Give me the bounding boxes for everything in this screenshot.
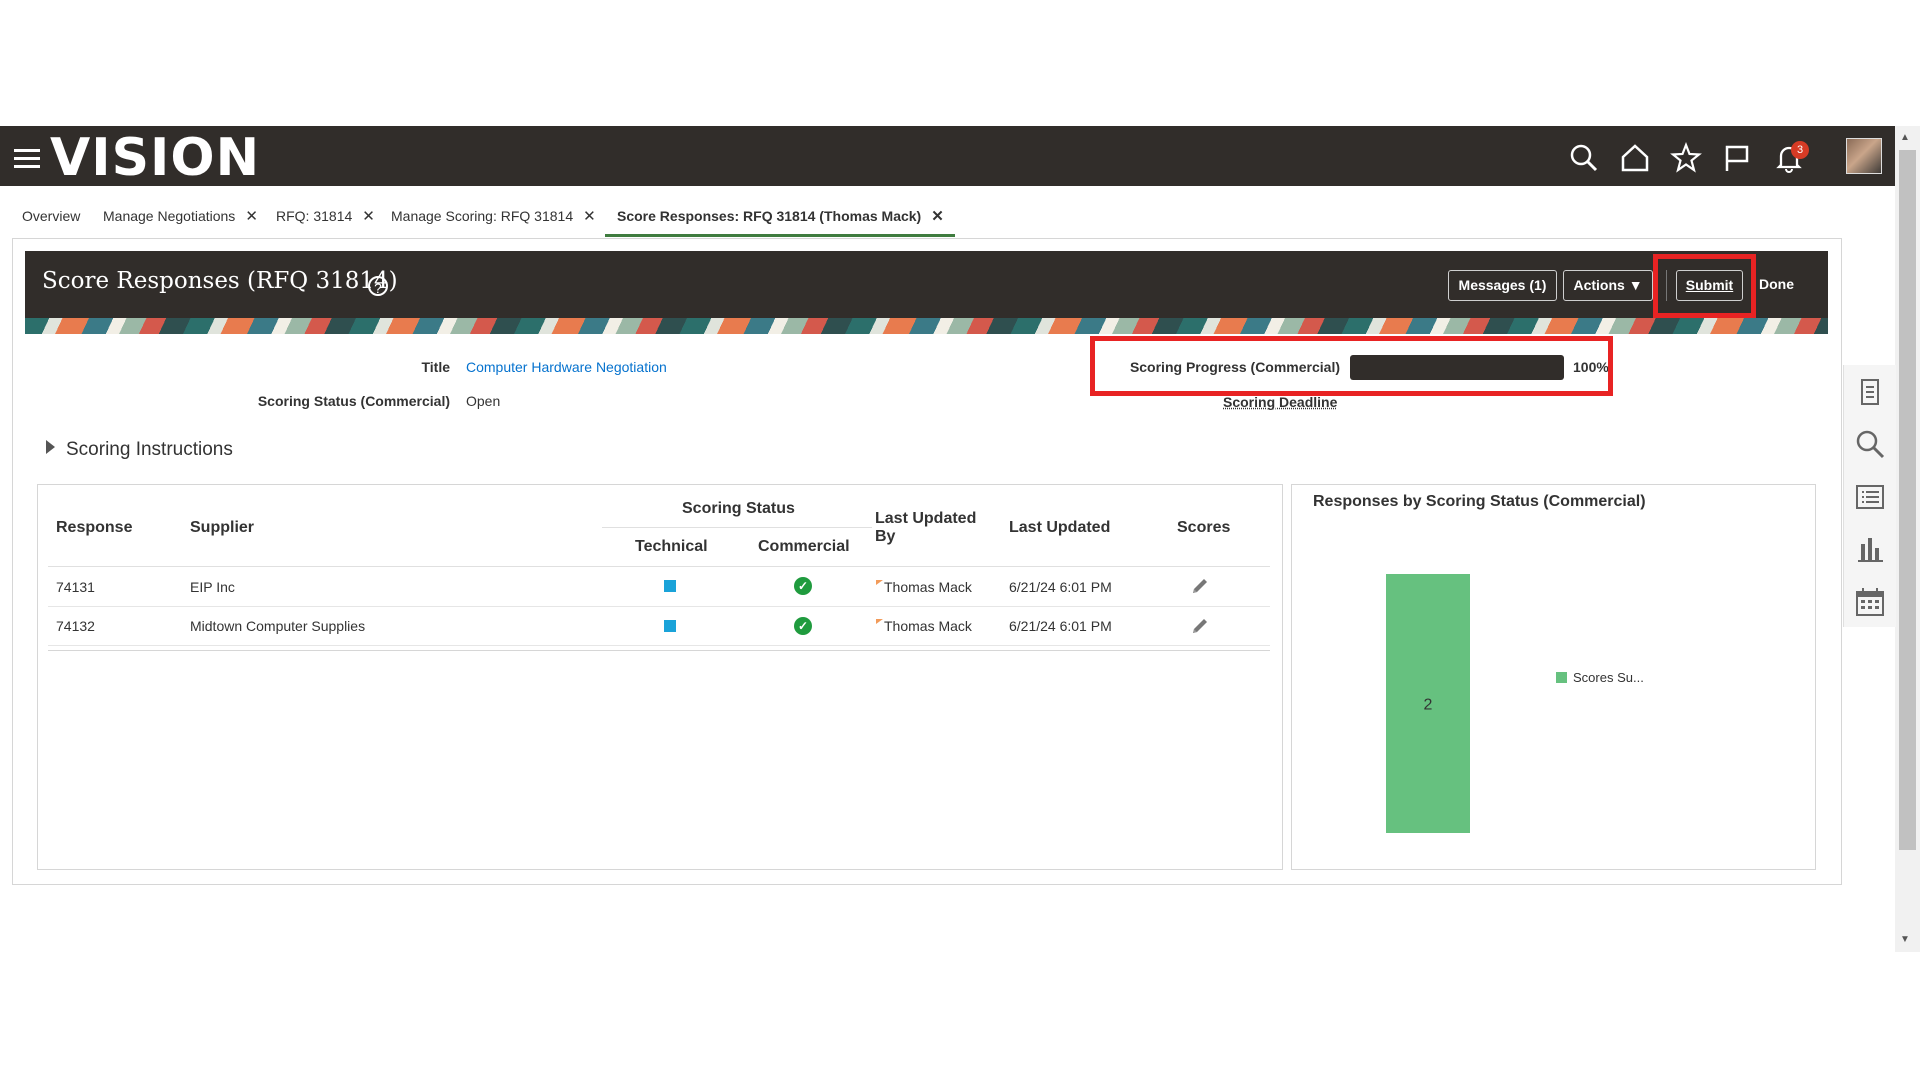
technical-status-icon [664,620,676,632]
close-icon[interactable]: ✕ [245,208,258,225]
search-icon[interactable] [1853,427,1887,461]
scrollbar-thumb[interactable] [1899,150,1916,850]
col-header-scores: Scores [1177,519,1231,536]
col-header-last-updated: Last Updated [1009,519,1111,536]
actions-button[interactable]: Actions ▼ [1563,270,1653,301]
updated-by: Thomas Mack [884,618,972,634]
check-circle-icon: ✓ [794,617,812,635]
help-icon[interactable]: ? [368,276,388,296]
title-value-link[interactable]: Computer Hardware Negotiation [466,359,667,375]
updated-date: 6/21/24 6:01 PM [1009,579,1112,595]
star-icon[interactable] [1670,141,1702,174]
active-tab-indicator [605,234,955,237]
response-link[interactable]: 74132 [56,618,95,634]
scoring-status-value: Open [466,393,501,409]
banner-decoration [25,318,1828,334]
scoring-instructions-header[interactable]: Scoring Instructions [66,439,233,461]
tab-rfq[interactable]: RFQ: 31814 ✕ [276,206,375,238]
disclosure-triangle-icon[interactable] [46,440,55,454]
menu-icon[interactable] [14,149,40,169]
calendar-icon[interactable] [1853,585,1887,619]
scroll-up-arrow-icon[interactable]: ▲ [1900,132,1910,143]
tab-overview[interactable]: Overview [22,206,80,238]
progress-highlight-box [1090,336,1613,396]
tab-label: Manage Negotiations [103,208,236,224]
header-divider [602,527,872,528]
app-logo[interactable]: VISION [50,126,260,188]
search-icon[interactable] [1568,142,1600,174]
done-button[interactable]: Done [1749,270,1804,301]
edit-pencil-icon[interactable] [1189,615,1211,637]
header-line: By [875,528,896,545]
document-icon[interactable] [1853,375,1887,409]
notification-badge: 3 [1791,141,1809,159]
home-icon[interactable] [1619,142,1651,174]
close-icon[interactable]: ✕ [583,208,596,225]
bar-chart: 2 Scores Su... [1386,574,1644,833]
close-icon[interactable]: ✕ [362,208,375,225]
flag-icon [876,580,883,585]
col-header-supplier: Supplier [190,519,255,536]
col-header-technical: Technical [635,538,708,555]
tab-label: Manage Scoring: RFQ 31814 [391,208,574,224]
supplier-name: Midtown Computer Supplies [190,618,366,634]
close-icon[interactable]: ✕ [931,208,944,225]
avatar[interactable] [1846,138,1882,174]
title-label: Title [421,359,450,375]
tab-manage-negotiations[interactable]: Manage Negotiations ✕ [103,206,258,238]
flag-icon [876,619,883,624]
page-title: Score Responses (RFQ 31814) [42,268,398,294]
edit-pencil-icon[interactable] [1189,575,1211,597]
submit-highlight-box [1653,254,1756,318]
updated-date: 6/21/24 6:01 PM [1009,618,1112,634]
scoring-deadline-label[interactable]: Scoring Deadline [1223,394,1337,410]
col-header-response: Response [56,519,133,536]
col-header-scoring-status: Scoring Status [682,500,795,517]
header-line: Last Updated [875,510,977,527]
updated-by: Thomas Mack [884,579,972,595]
supplier-name: EIP Inc [190,579,235,595]
response-link[interactable]: 74131 [56,579,95,595]
scoring-status-label: Scoring Status (Commercial) [257,393,450,409]
table-bottom-border [48,650,1270,651]
flag-icon[interactable] [1721,142,1753,174]
legend-swatch [1556,672,1567,683]
tab-label: Score Responses: RFQ 31814 (Thomas Mack) [617,208,922,224]
tab-label: Overview [22,208,81,224]
scroll-down-arrow-icon[interactable]: ▼ [1900,934,1910,945]
chevron-down-icon: ▼ [1628,277,1643,293]
tab-manage-scoring[interactable]: Manage Scoring: RFQ 31814 ✕ [391,206,596,238]
actions-label: Actions [1573,277,1625,293]
col-header-commercial: Commercial [758,538,850,555]
list-icon[interactable] [1853,480,1887,514]
tab-label: RFQ: 31814 [276,208,353,224]
bar-chart-icon[interactable] [1853,532,1887,566]
col-header-last-updated-by: Last Updated By [875,510,976,546]
technical-status-icon [664,580,676,592]
check-circle-icon: ✓ [794,577,812,595]
legend-label[interactable]: Scores Su... [1573,670,1644,685]
messages-button[interactable]: Messages (1) [1448,270,1557,301]
chart-data-label: 2 [1424,697,1433,714]
top-header-bar [0,126,1895,186]
chart-title: Responses by Scoring Status (Commercial) [1313,493,1646,510]
